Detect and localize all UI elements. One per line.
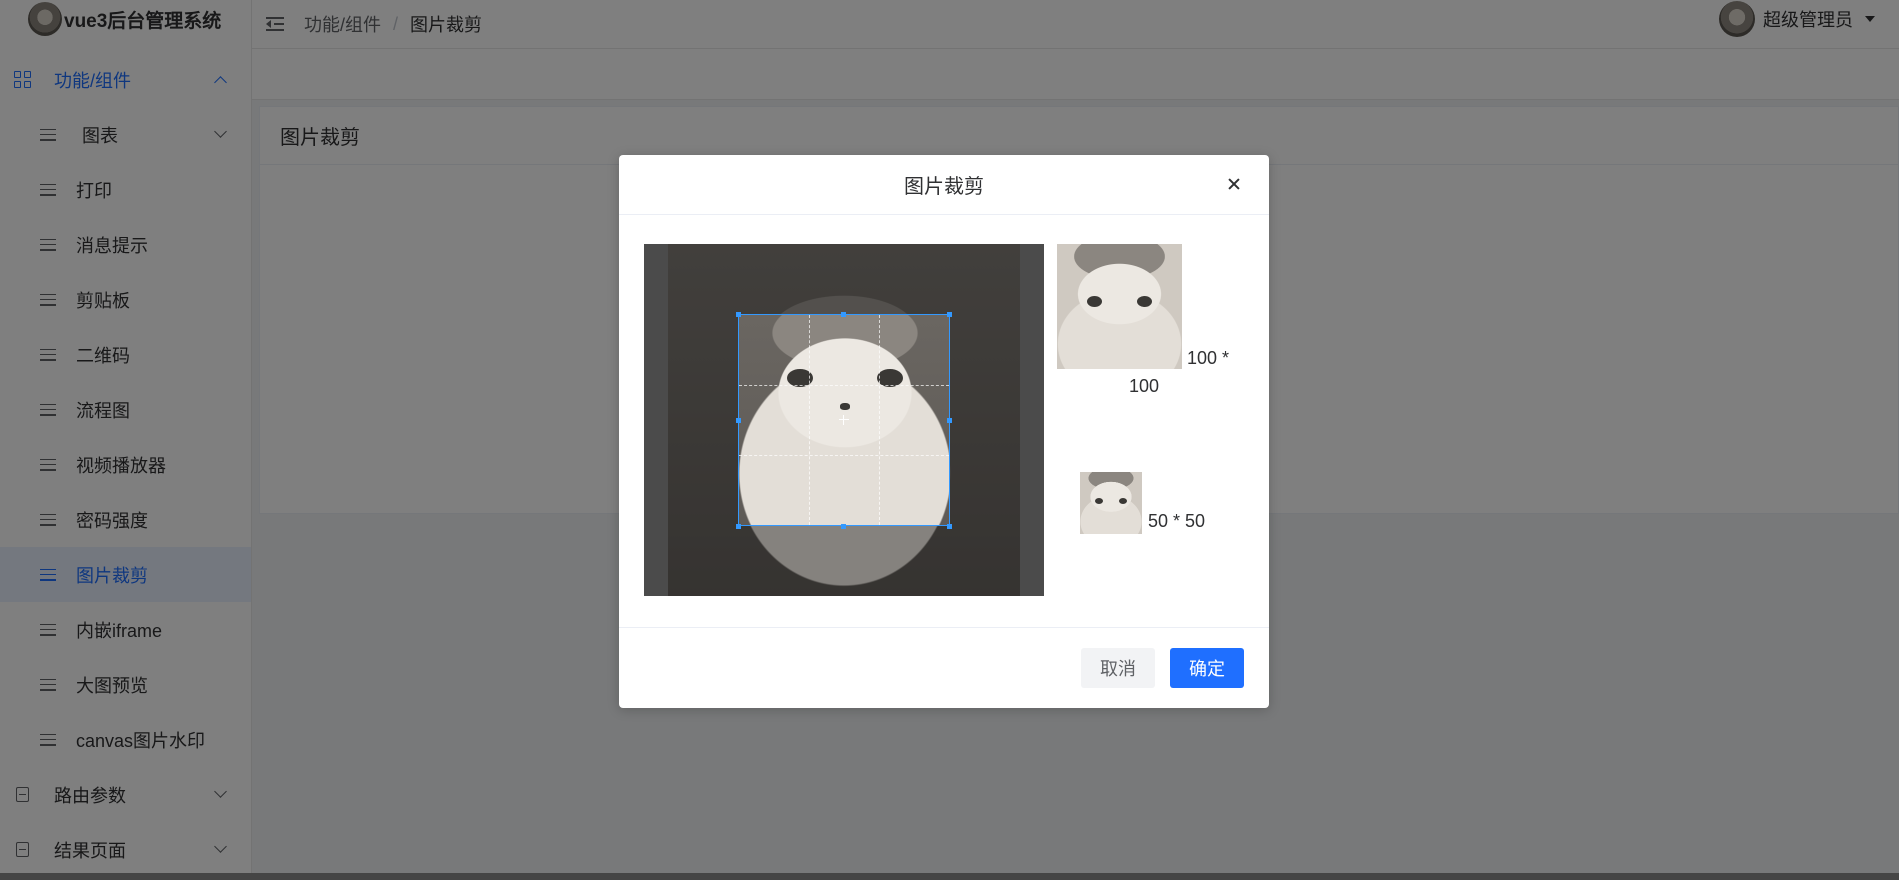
dialog-footer: 取消 确定 [619,627,1269,708]
preview-large-size-line2: 100 [1129,376,1160,396]
crop-handle-nw[interactable] [736,312,741,317]
dialog-body: 100 * 100 50 * 50 [619,215,1269,627]
crop-guide-line [739,455,949,456]
preview-small-size: 50 * 50 [1148,511,1206,531]
close-icon[interactable] [1223,173,1245,195]
preview-image [1080,472,1142,534]
crop-guide-line [739,385,949,386]
image-crop-dialog: 图片裁剪 100 * 100 50 * 50 取消 确定 [619,155,1269,708]
crop-guide-line [809,315,810,525]
crop-box[interactable] [738,314,950,526]
cancel-button[interactable]: 取消 [1081,648,1155,688]
crop-guide-line [879,315,880,525]
preview-large-size: 100 * [1187,348,1230,368]
cat-eye [1095,498,1103,504]
preview-image [1057,244,1182,369]
dialog-header: 图片裁剪 [619,155,1269,215]
crop-handle-s[interactable] [841,524,846,529]
crop-handle-se[interactable] [947,524,952,529]
cat-eye [1137,296,1152,307]
dialog-title: 图片裁剪 [904,176,984,198]
crop-handle-e[interactable] [947,418,952,423]
preview-small [1080,472,1142,534]
crop-center-icon [839,415,849,425]
confirm-button[interactable]: 确定 [1170,648,1244,688]
cat-eye [1119,498,1127,504]
cat-eye [1087,296,1102,307]
cat-nose [840,403,850,410]
crop-handle-n[interactable] [841,312,846,317]
crop-handle-w[interactable] [736,418,741,423]
crop-handle-ne[interactable] [947,312,952,317]
preview-large [1057,244,1182,369]
cropper-canvas[interactable] [644,244,1044,596]
crop-handle-sw[interactable] [736,524,741,529]
